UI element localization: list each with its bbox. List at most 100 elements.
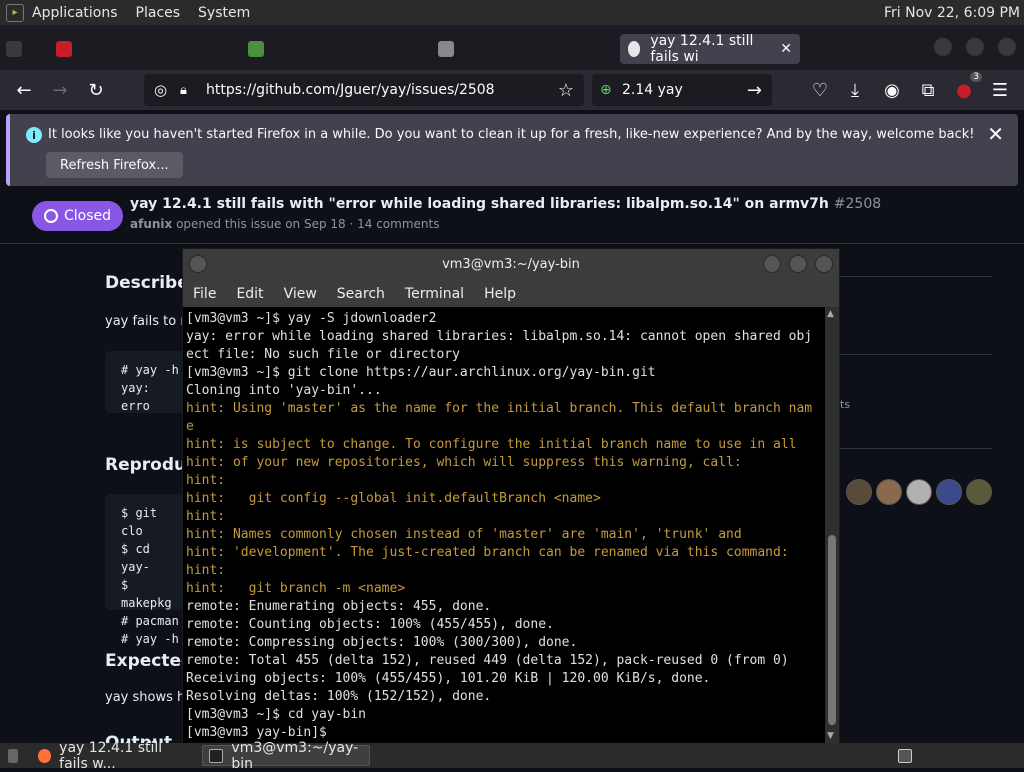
applications-menu[interactable]: ▸ Applications Places System <box>0 3 276 22</box>
issue-author[interactable]: afunix <box>130 217 172 231</box>
terminal-titlebar[interactable]: vm3@vm3:~/yay-bin <box>183 249 839 280</box>
scroll-down-icon[interactable]: ▼ <box>827 731 834 741</box>
search-query[interactable]: 2.14 yay <box>622 82 683 98</box>
tab-github-issue[interactable]: yay 12.4.1 still fails wi ✕ <box>620 33 800 65</box>
taskbar-item-terminal[interactable]: vm3@vm3:~/yay-bin <box>202 740 370 772</box>
tab-3[interactable] <box>248 34 274 64</box>
scroll-up-icon[interactable]: ▲ <box>827 309 834 319</box>
terminal-menu-icon[interactable] <box>189 255 207 273</box>
clock[interactable]: Fri Nov 22, 6:09 PM <box>884 5 1020 21</box>
terminal-line: Cloning into 'yay-bin'... <box>186 383 382 398</box>
menu-edit[interactable]: Edit <box>236 286 263 302</box>
terminal-line: hint: git branch -m <name> <box>186 581 406 596</box>
search-go-icon[interactable]: → <box>747 80 762 101</box>
refresh-firefox-button[interactable]: Refresh Firefox... <box>46 152 183 178</box>
terminal-close-icon[interactable] <box>815 255 833 273</box>
minimize-icon[interactable] <box>934 38 952 56</box>
refresh-notification: i It looks like you haven't started Fire… <box>6 114 1018 186</box>
scrollbar-thumb[interactable] <box>828 535 836 725</box>
workspace-switcher[interactable] <box>892 745 926 766</box>
participant-avatar[interactable] <box>906 479 932 505</box>
lock-icon[interactable]: 🔒︎ <box>180 83 187 98</box>
search-bar[interactable]: ⊕ 2.14 yay → <box>592 74 772 106</box>
expected-heading: Expected <box>105 651 194 671</box>
code-line: # yay -h <box>121 363 179 377</box>
terminal-minimize-icon[interactable] <box>763 255 781 273</box>
menu-help[interactable]: Help <box>484 286 516 302</box>
notification-message: It looks like you haven't started Firefo… <box>48 127 975 142</box>
ublock-icon[interactable]: ● 3 <box>952 72 982 102</box>
show-desktop-button[interactable] <box>2 745 24 766</box>
describe-heading: Describe <box>105 273 189 293</box>
taskbar-item-firefox[interactable]: yay 12.4.1 still fails w... <box>32 740 200 772</box>
trash-icon <box>438 41 454 57</box>
participant-avatar[interactable] <box>936 479 962 505</box>
download-icon[interactable]: ⤓ <box>843 78 867 102</box>
system-menu-label[interactable]: System <box>198 5 250 21</box>
close-tab-icon[interactable]: ✕ <box>780 41 792 57</box>
code-block-1: # yay -h yay: erro <box>105 351 185 413</box>
terminal-line: hint: of your new repositories, which wi… <box>186 455 742 470</box>
terminal-screen[interactable]: [vm3@vm3 ~]$ yay -S jdownloader2 yay: err… <box>183 307 826 743</box>
status-badge: Closed <box>32 201 124 231</box>
issue-number: #2508 <box>833 196 882 212</box>
terminal-line: hint: git config --global init.defaultBr… <box>186 491 601 506</box>
reload-icon[interactable]: ↻ <box>84 78 108 102</box>
tab-4[interactable] <box>438 34 464 64</box>
extensions-icon[interactable]: ⧉ <box>916 78 940 102</box>
code-line: $ git clo <box>121 506 158 538</box>
firefox-icon <box>38 748 52 763</box>
menu-view[interactable]: View <box>284 286 317 302</box>
issue-header: Closed yay 12.4.1 still fails with "erro… <box>0 188 1024 244</box>
taskbar-label: vm3@vm3:~/yay-bin <box>231 739 359 772</box>
terminal-line: remote: Enumerating objects: 455, done. <box>186 599 492 614</box>
tab-1[interactable] <box>6 34 32 64</box>
forward-icon[interactable]: → <box>48 78 72 102</box>
menu-icon[interactable]: ☰ <box>988 78 1012 102</box>
close-window-icon[interactable] <box>998 38 1016 56</box>
terminal-line: [vm3@vm3 ~]$ yay -S jdownloader2 <box>186 311 437 326</box>
terminal-window[interactable]: vm3@vm3:~/yay-bin File Edit View Search … <box>182 248 840 743</box>
terminal-app-icon: ▸ <box>6 3 24 22</box>
url-text[interactable]: https://github.com/Jguer/yay/issues/2508 <box>206 82 495 98</box>
issue-meta: afunix opened this issue on Sep 18 · 14 … <box>130 217 439 231</box>
search-icon: ⊕ <box>600 82 612 98</box>
issue-meta-text: opened this issue on Sep 18 · 14 comment… <box>176 217 440 231</box>
terminal-maximize-icon[interactable] <box>789 255 807 273</box>
code-line: $ makepkg <box>121 578 172 610</box>
applications-menu-label[interactable]: Applications <box>32 5 118 21</box>
pocket-icon[interactable]: ♡ <box>808 78 832 102</box>
mega-icon <box>56 41 72 57</box>
participant-avatar[interactable] <box>876 479 902 505</box>
code-line: # pacman <box>121 614 179 628</box>
participant-avatar[interactable] <box>966 479 992 505</box>
bookmark-star-icon[interactable]: ☆ <box>558 80 574 101</box>
terminal-line: Receiving objects: 100% (455/455), 101.2… <box>186 671 711 686</box>
maximize-icon[interactable] <box>966 38 984 56</box>
github-icon <box>628 41 641 57</box>
participant-avatar[interactable] <box>846 479 872 505</box>
menu-terminal[interactable]: Terminal <box>405 286 464 302</box>
terminal-menubar: File Edit View Search Terminal Help <box>183 280 839 307</box>
url-bar[interactable]: ◎ 🔒︎ https://github.com/Jguer/yay/issues… <box>144 74 584 106</box>
places-menu-label[interactable]: Places <box>136 5 181 21</box>
desktop-icon <box>8 748 18 763</box>
terminal-line: ect file: No such file or directory <box>186 347 460 362</box>
terminal-line: Resolving deltas: 100% (152/152), done. <box>186 689 492 704</box>
close-notification-icon[interactable]: ✕ <box>987 122 1004 146</box>
account-icon[interactable]: ◉ <box>880 78 904 102</box>
back-icon[interactable]: ← <box>12 78 36 102</box>
tab-icon <box>6 41 22 57</box>
terminal-icon <box>209 748 224 763</box>
nav-bar: ← → ↻ ◎ 🔒︎ https://github.com/Jguer/yay/… <box>0 70 1024 110</box>
tab-2[interactable] <box>56 34 82 64</box>
menu-file[interactable]: File <box>193 286 216 302</box>
workspace-icon <box>898 748 912 763</box>
terminal-scrollbar[interactable]: ▲ ▼ <box>825 307 839 743</box>
drive-icon <box>248 41 264 57</box>
shield-icon[interactable]: ◎ <box>154 81 167 99</box>
status-label: Closed <box>64 208 112 224</box>
tab-title: yay 12.4.1 still fails wi <box>650 33 754 65</box>
bottom-panel: yay 12.4.1 still fails w... vm3@vm3:~/ya… <box>0 740 1024 772</box>
menu-search[interactable]: Search <box>337 286 385 302</box>
